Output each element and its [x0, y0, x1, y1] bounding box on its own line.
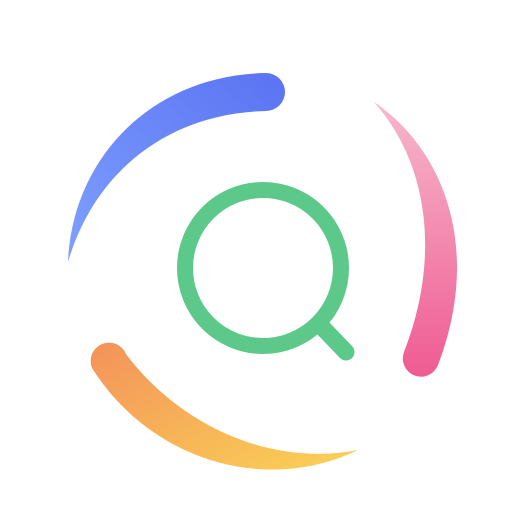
orange-arc	[90, 342, 358, 470]
app-icon	[0, 0, 512, 512]
pink-arc	[374, 102, 458, 377]
app-icon-graphic	[68, 73, 458, 470]
blue-arc	[68, 73, 285, 262]
magnifier-glass	[177, 182, 355, 361]
